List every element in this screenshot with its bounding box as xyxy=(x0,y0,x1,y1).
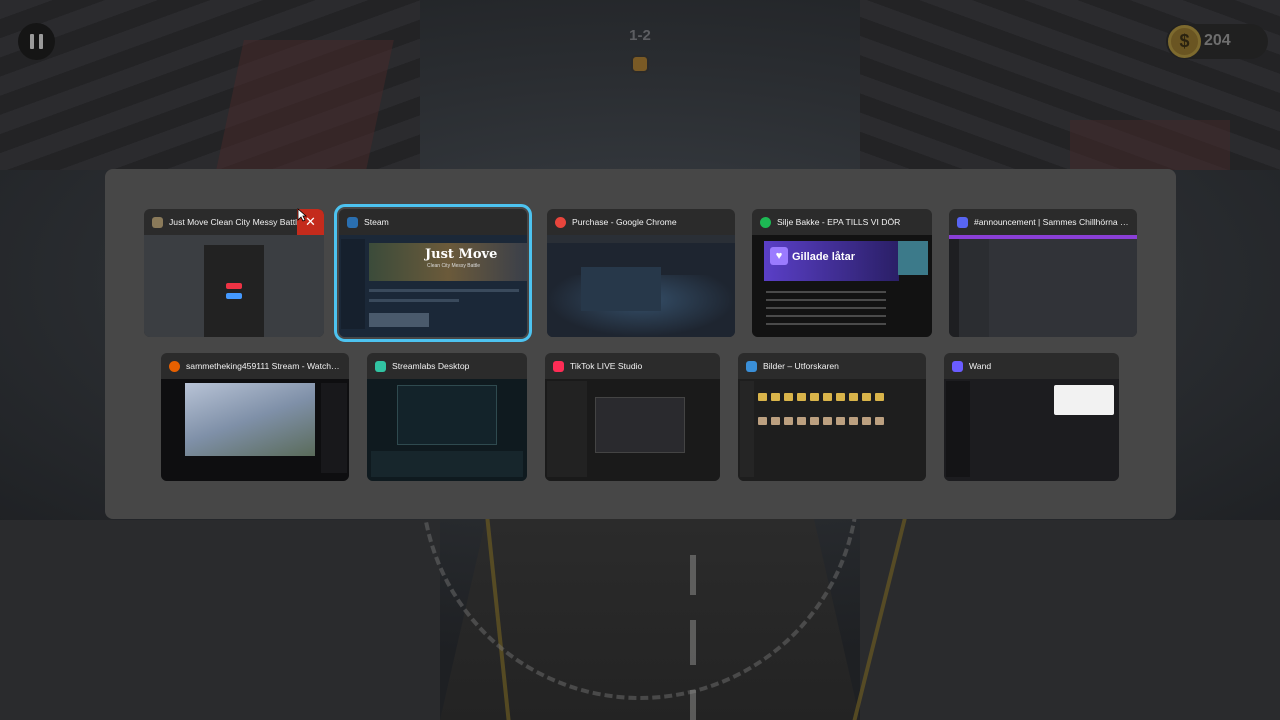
window-thumbnail-wand[interactable]: Wand xyxy=(944,353,1119,481)
task-switcher: Just Move Clean City Messy Battle ✕ Stea… xyxy=(105,169,1176,519)
explorer-icon xyxy=(746,360,757,372)
window-title: Just Move Clean City Messy Battle xyxy=(169,217,302,227)
lane-marking xyxy=(690,555,696,595)
window-preview xyxy=(547,235,735,337)
window-thumbnail-just-move[interactable]: Just Move Clean City Messy Battle ✕ xyxy=(144,209,324,337)
background-sidewalk-left xyxy=(0,520,440,720)
tiktok-icon xyxy=(553,360,564,372)
window-thumbnail-tiktok-live[interactable]: TikTok LIVE Studio xyxy=(545,353,720,481)
window-thumbnail-twitch-stream[interactable]: sammetheking459111 Stream - Watch Live..… xyxy=(161,353,349,481)
window-preview xyxy=(944,379,1119,481)
window-preview xyxy=(738,379,926,481)
pause-icon xyxy=(30,34,34,49)
window-title: Silje Bakke - EPA TILLS VI DÖR xyxy=(777,217,901,227)
window-thumbnail-discord[interactable]: #announcement | Sammes Chillhörna - Di..… xyxy=(949,209,1137,337)
preview-playlist-title: Gillade låtar xyxy=(792,251,855,263)
spotify-icon xyxy=(760,216,771,228)
coin-icon: $ xyxy=(1168,25,1201,58)
window-thumbnail-chrome[interactable]: Purchase - Google Chrome xyxy=(547,209,735,337)
window-title: Steam xyxy=(364,217,389,227)
window-preview xyxy=(144,235,324,337)
window-thumbnail-spotify[interactable]: Silje Bakke - EPA TILLS VI DÖR ♥ Gillade… xyxy=(752,209,932,337)
lane-marking xyxy=(690,690,696,720)
background-sidewalk-right xyxy=(860,520,1280,720)
background-rooftop-left xyxy=(216,40,394,170)
window-preview: Just Move Clean City Messy Battle xyxy=(339,235,527,337)
preview-banner-title: Just Move xyxy=(425,247,498,262)
window-title: TikTok LIVE Studio xyxy=(570,361,643,371)
game-icon xyxy=(152,216,163,228)
background-rooftop-right xyxy=(1070,120,1230,170)
window-thumbnail-steam[interactable]: Steam Just Move Clean City Messy Battle xyxy=(334,204,532,342)
window-title: Wand xyxy=(969,361,992,371)
streamlabs-icon xyxy=(375,360,386,372)
mouse-cursor-icon xyxy=(297,208,307,222)
window-thumbnail-streamlabs[interactable]: Streamlabs Desktop xyxy=(367,353,527,481)
window-title: Streamlabs Desktop xyxy=(392,361,470,371)
window-preview xyxy=(545,379,720,481)
window-preview xyxy=(161,379,349,481)
heart-icon: ♥ xyxy=(770,247,788,265)
window-title: Bilder – Utforskaren xyxy=(763,361,839,371)
steam-icon xyxy=(347,216,358,228)
lane-marking xyxy=(690,620,696,665)
level-indicator: 1-2 xyxy=(629,27,651,44)
coin-count: 204 xyxy=(1204,32,1231,49)
window-preview: ♥ Gillade låtar xyxy=(752,235,932,337)
window-preview xyxy=(949,235,1137,337)
window-thumbnail-file-explorer[interactable]: Bilder – Utforskaren xyxy=(738,353,926,481)
window-title: sammetheking459111 Stream - Watch Live..… xyxy=(186,361,341,371)
window-preview xyxy=(367,379,527,481)
pause-icon xyxy=(39,34,43,49)
window-title: Purchase - Google Chrome xyxy=(572,217,677,227)
window-title: #announcement | Sammes Chillhörna - Di..… xyxy=(974,217,1129,227)
chrome-icon xyxy=(555,216,566,228)
wand-icon xyxy=(952,360,963,372)
discord-icon xyxy=(957,216,968,228)
firefox-icon xyxy=(169,360,180,372)
pause-button[interactable] xyxy=(18,23,55,60)
level-progress-marker xyxy=(631,55,649,73)
preview-banner-subtitle: Clean City Messy Battle xyxy=(427,263,481,269)
